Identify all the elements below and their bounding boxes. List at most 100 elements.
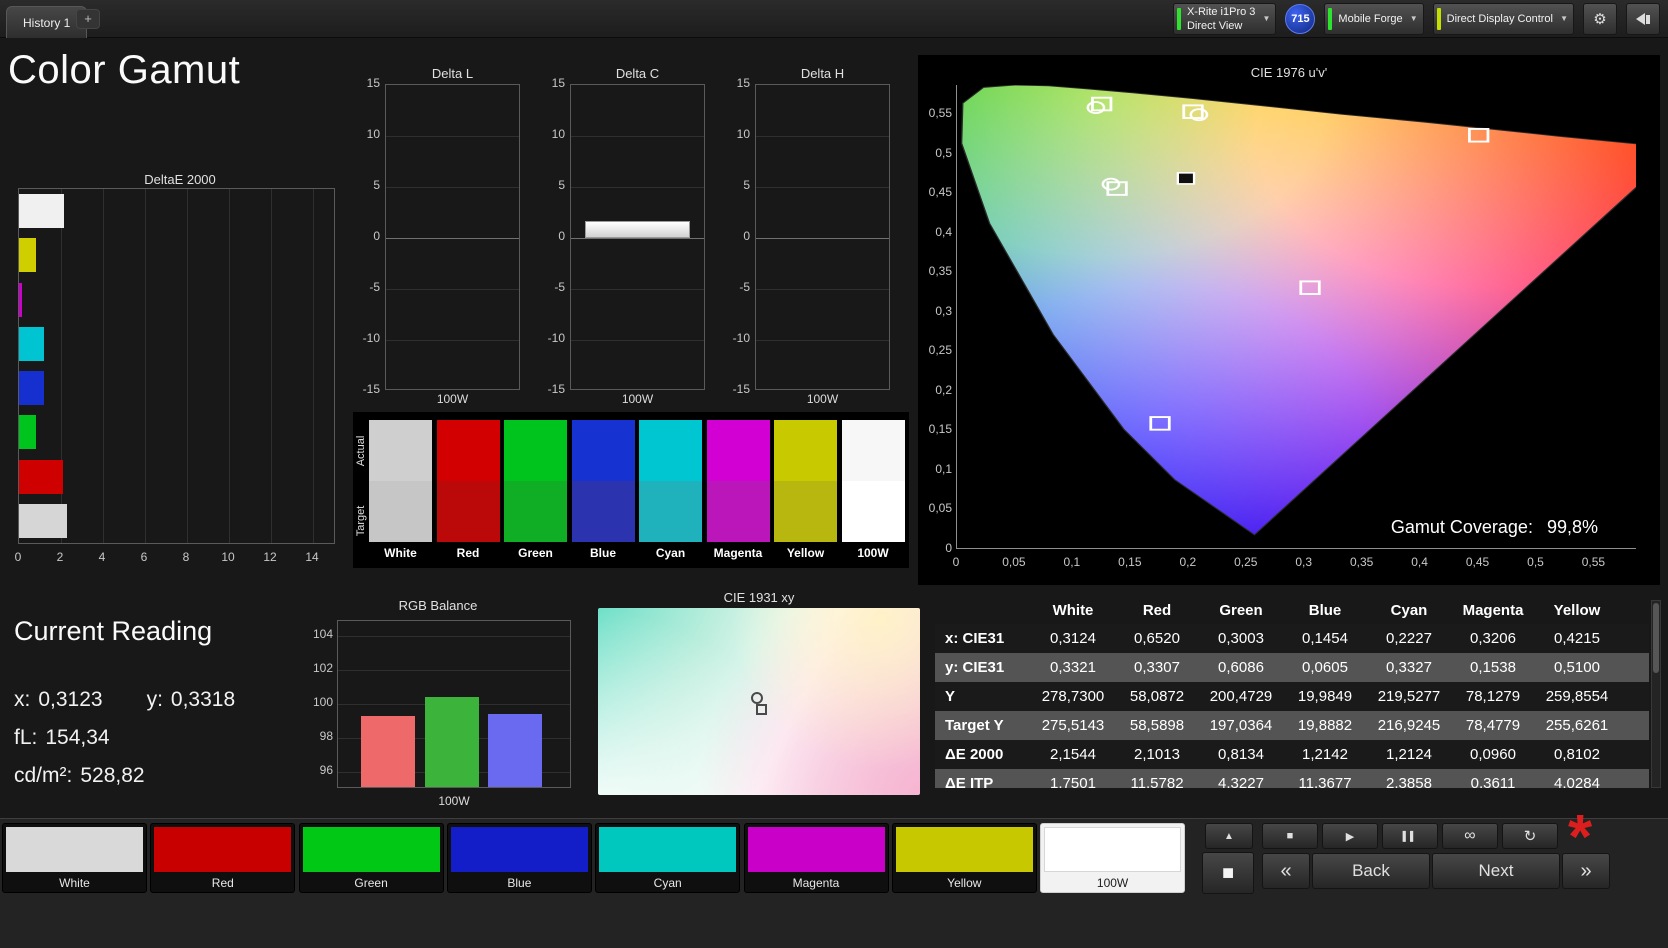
delta-y-tick-label: -15 [732,382,750,396]
pattern-swatch [599,827,737,872]
back-button[interactable]: Back [1312,853,1430,889]
pattern-button-white[interactable]: White [2,823,147,893]
rgb-bar-red [361,716,415,787]
table-cell: 1,7501 [1031,769,1115,788]
cie-y-tick-label: 0,45 [928,185,952,200]
pattern-button-label: White [59,876,90,890]
fl-value: 154,34 [45,726,110,749]
swatch-column-label: Yellow [786,546,825,560]
patch-count-badge[interactable]: 715 [1285,4,1316,34]
table-cell: 0,3124 [1031,624,1115,653]
delta-y-tick-label: 5 [373,178,380,192]
deltae-gridline [229,189,230,543]
transport-pause-button[interactable]: ▌▌ [1382,823,1438,849]
meter-dropdown[interactable]: X-Rite i1Pro 3 Direct View ▼ [1172,3,1277,35]
cie-y-tick-label: 0,55 [928,105,952,120]
delta-y-tick-label: 5 [743,178,750,192]
table-cell: 0,3003 [1199,624,1283,653]
mute-button[interactable] [1626,3,1660,35]
target-row-label: Target [355,505,367,537]
pattern-button-100w[interactable]: 100W [1040,823,1186,893]
swatch-column-blue: Blue [571,412,635,568]
table-cell: 275,5143 [1031,711,1115,740]
cie-y-tick-label: 0,1 [935,461,952,476]
table-cell: 0,3327 [1367,653,1451,682]
transport-loop-button[interactable]: ↻ [1502,823,1558,849]
swatch-column-label: Magenta [713,546,763,560]
deltae-bar-magenta [19,282,22,317]
pattern-up-button[interactable]: ▲ [1205,823,1253,849]
next-button[interactable]: Next [1432,853,1560,889]
pattern-window-button[interactable]: ■ [1202,852,1254,894]
cie-y-tick-label: 0,5 [935,145,952,160]
table-header-cell: Magenta [1462,602,1524,619]
table-cell: 0,4215 [1535,624,1619,653]
table-row-label: Target Y [935,711,1031,740]
pattern-source-dropdown[interactable]: Mobile Forge ▼ [1324,3,1424,35]
table-cell: 0,3206 [1451,624,1535,653]
table-scrollbar-thumb[interactable] [1653,603,1659,673]
transport-play-button[interactable]: ▶ [1322,823,1378,849]
table-cell: 0,3321 [1031,653,1115,682]
cie-y-tick-label: 0 [945,541,952,555]
delta-y-tick-label: 0 [558,229,565,243]
pattern-source-label: Mobile Forge [1338,12,1403,25]
page-title: Color Gamut [8,48,241,92]
transport-infinity-button[interactable]: ∞ [1442,823,1498,849]
delta-y-tick-label: -5 [369,280,380,294]
pattern-button-cyan[interactable]: Cyan [595,823,741,893]
delta-y-tick-label: 10 [366,127,380,141]
chevron-down-icon: ▼ [1262,14,1271,23]
deltae-bar-green [19,415,36,450]
rgb-y-tick-label: 98 [319,729,333,744]
cie-x-tick-label: 0,55 [1581,555,1606,569]
pattern-swatch [302,827,440,872]
delta-gridline [571,238,704,239]
pattern-button-label: Yellow [947,876,982,890]
actual-target-swatch-panel: Actual Target White Red Green Blue Cyan Magen… [353,412,909,568]
target-swatch [369,481,432,542]
rgb-y-tick-label: 104 [312,627,333,642]
meter-mode: Direct View [1186,20,1243,32]
cie-x-tick-label: 0,15 [1118,555,1142,569]
deltae-gridline [145,189,146,543]
cie-1931-panel: CIE 1931 xy [598,590,920,795]
meter-status-indicator [1176,8,1181,30]
cie-y-tick-label: 0,4 [935,224,952,239]
table-scrollbar[interactable] [1651,600,1661,788]
deltae-gridline [103,189,104,543]
deltae-x-tick-label: 14 [305,550,319,564]
delta-y-tick-label: 0 [373,229,380,243]
pattern-button-yellow[interactable]: Yellow [891,823,1037,893]
x-label: x: [14,688,31,711]
table-cell: 0,2227 [1367,624,1451,653]
table-cell: 2,3858 [1367,769,1451,788]
deltae-gridline [187,189,188,543]
pattern-button-magenta[interactable]: Magenta [743,823,889,893]
settings-button[interactable]: ⚙ [1583,3,1617,35]
transport-stop-button[interactable]: ■ [1262,823,1318,849]
pattern-button-green[interactable]: Green [298,823,444,893]
actual-swatch [436,420,500,481]
fl-readout: fL: 154,34 [14,726,110,750]
target-swatch [436,481,500,542]
y-value: 0,3318 [170,688,236,711]
add-tab-button[interactable]: + [76,9,100,29]
delta-x-label: 100W [436,392,469,406]
delta-y-tick-label: 0 [743,229,750,243]
table-cell: 78,4779 [1451,711,1535,740]
pattern-button-blue[interactable]: Blue [446,823,592,893]
chevron-down-icon: ▼ [1560,14,1568,23]
cie-x-tick-label: 0,3 [1295,555,1313,569]
fl-label: fL: [14,726,38,749]
delta-plot-area [570,84,705,390]
table-cell: 0,8134 [1199,740,1283,769]
back-chevron-button[interactable]: « [1262,853,1310,889]
deltae-x-tick-label: 12 [263,550,277,564]
pattern-swatch [1044,827,1182,872]
swatch-column-cyan: Cyan [639,412,702,568]
pattern-button-label: Cyan [653,876,682,890]
pattern-button-red[interactable]: Red [150,823,296,893]
display-control-dropdown[interactable]: Direct Display Control ▼ [1432,3,1574,35]
table-cell: 197,0364 [1199,711,1283,740]
